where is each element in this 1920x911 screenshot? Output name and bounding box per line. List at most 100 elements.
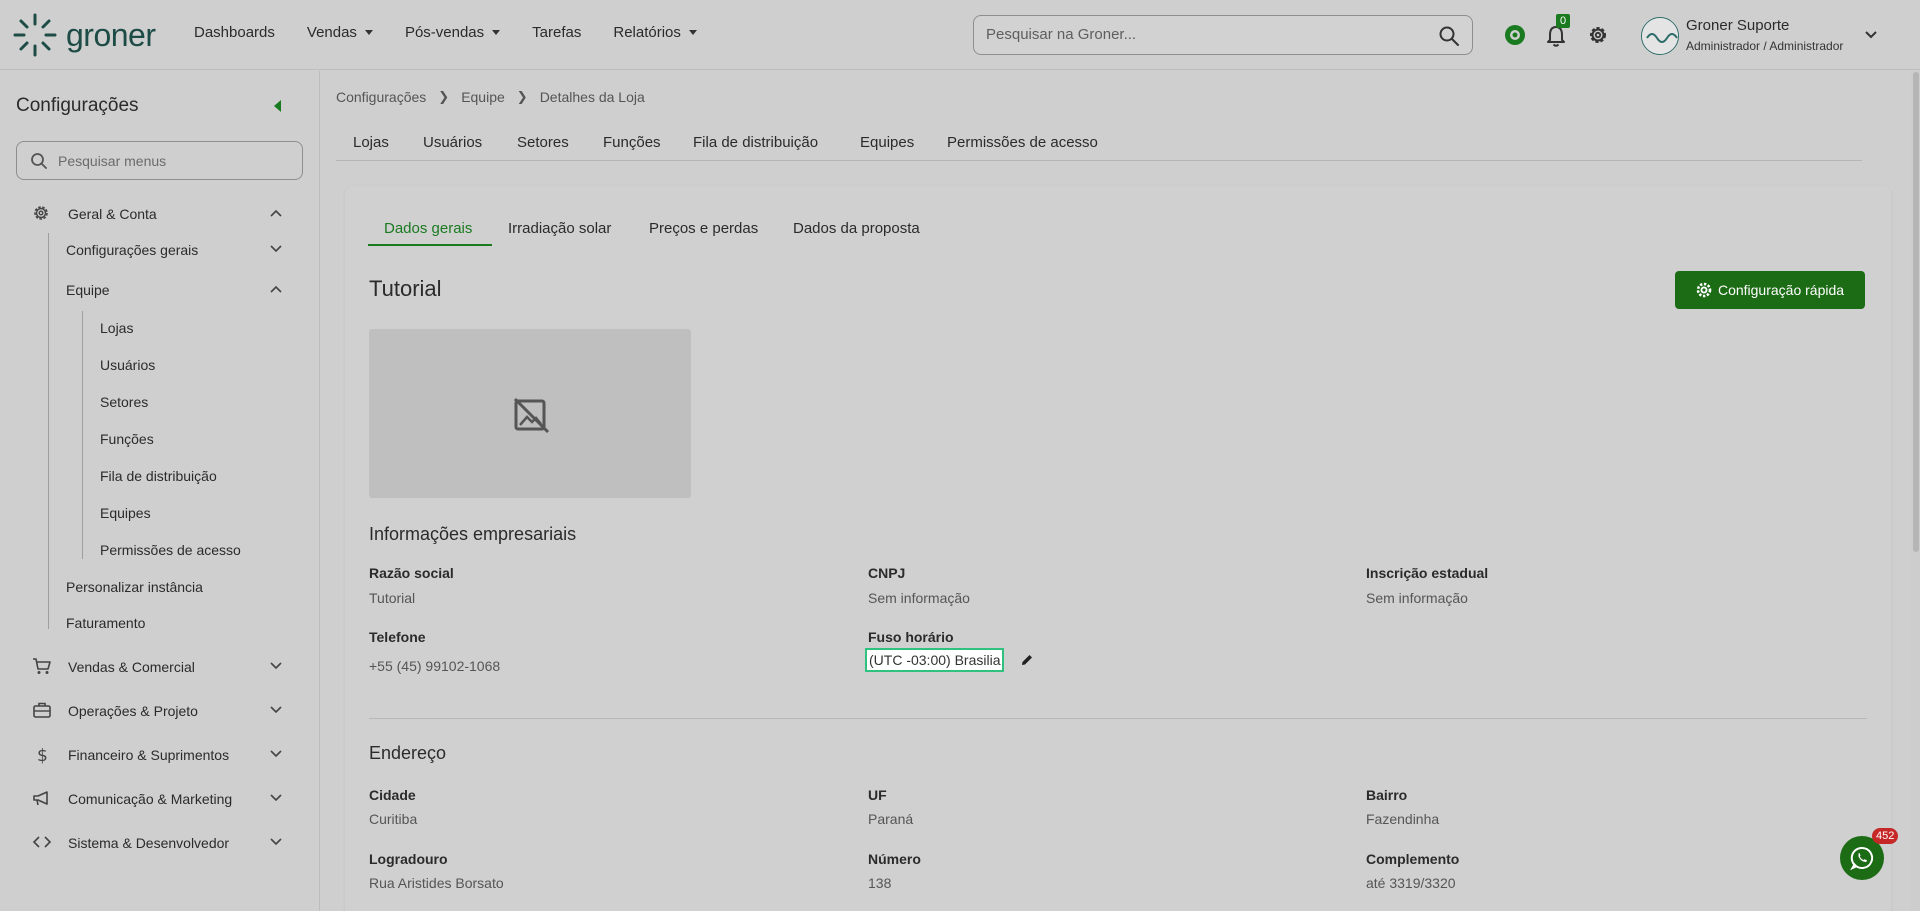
top-header: groner Dashboards Vendas Pós-vendas Tare… [0,0,1920,70]
tab-fila-distribuicao[interactable]: Fila de distribuição [693,134,818,151]
tab-funcoes[interactable]: Funções [603,134,661,151]
avatar [1641,17,1679,55]
telefone-value: +55 (45) 99102-1068 [369,658,501,674]
chevron-down-icon [270,838,282,846]
numero-label: Número [868,851,921,867]
cnpj-label: CNPJ [868,565,906,581]
code-icon [32,836,52,848]
svg-text:$: $ [37,746,48,765]
business-info-title: Informações empresariais [369,524,577,544]
pencil-icon[interactable] [1020,653,1034,667]
uf-label: UF [868,787,887,803]
caret-down-icon [492,30,501,35]
image-off-icon [513,397,550,434]
quick-config-button[interactable]: Configuração rápida [1675,271,1865,309]
sidebar-item-label: Personalizar instância [66,579,203,595]
dollar-icon: $ [37,746,48,765]
tab-dados-gerais[interactable]: Dados gerais [384,220,472,237]
tab-dados-proposta[interactable]: Dados da proposta [793,220,920,237]
nav-vendas[interactable]: Vendas [307,24,373,41]
bairro-value: Fazendinha [1366,811,1440,827]
tab-lojas[interactable]: Lojas [353,134,389,151]
sidebar-item-label: Faturamento [66,615,146,631]
chevron-up-icon [270,209,282,217]
inscricao-estadual-value: Sem informação [1366,590,1468,606]
groner-logo[interactable]: groner [12,12,156,58]
sidebar-item-label: Fila de distribuição [100,468,217,484]
gear-icon[interactable] [1586,23,1610,47]
tab-precos-perdas[interactable]: Preços e perdas [649,220,758,237]
fuso-horario-label: Fuso horário [868,629,954,645]
whatsapp-badge: 452 [1872,828,1899,844]
chevron-down-icon [270,245,282,253]
team-tabs: Lojas Usuários Setores Funções Fila de d… [336,129,1862,161]
store-image-placeholder[interactable] [369,329,691,498]
active-tab-indicator [368,244,492,246]
quick-config-label: Configuração rápida [1717,282,1845,298]
notification-count-badge: 0 [1556,14,1571,28]
global-search-input[interactable]: Pesquisar na Groner... [973,15,1473,55]
whatsapp-icon [1850,846,1874,871]
nav-tarefas[interactable]: Tarefas [532,24,581,41]
chevron-down-icon [270,794,282,802]
nav-relatorios[interactable]: Relatórios [613,24,697,41]
sidebar-section-label: Sistema & Desenvolvedor [68,835,230,851]
search-placeholder: Pesquisar na Groner... [986,26,1137,43]
sidebar-item-label: Lojas [100,320,134,336]
search-icon[interactable] [1438,25,1460,47]
nav-tarefas-label: Tarefas [532,24,582,41]
breadcrumb-configuracoes[interactable]: Configurações [336,89,426,105]
sidebar-section-label: Vendas & Comercial [68,659,195,675]
address-title: Endereço [369,743,447,763]
user-name: Groner Suporte [1686,17,1790,34]
tab-permissoes-acesso[interactable]: Permissões de acesso [947,134,1098,151]
cidade-label: Cidade [369,787,416,803]
groner-logo-icon [13,13,57,57]
nav-pos-vendas[interactable]: Pós-vendas [405,24,501,41]
chevron-up-icon [270,285,282,293]
cnpj-value: Sem informação [868,590,970,606]
collapse-sidebar-icon[interactable] [274,100,281,112]
sidebar-search-placeholder: Pesquisar menus [58,153,167,169]
store-details-card: Dados gerais Irradiação solar Preços e p… [345,186,1891,911]
page-scrollbar-thumb[interactable] [1913,72,1919,552]
tab-setores[interactable]: Setores [517,134,569,151]
sidebar-section-label: Financeiro & Suprimentos [68,747,230,763]
sidebar-title: Configurações [16,95,139,116]
megaphone-icon [33,791,48,806]
breadcrumb-equipe[interactable]: Equipe [461,89,505,105]
tab-usuarios[interactable]: Usuários [423,134,482,151]
caret-down-icon [688,30,697,35]
sidebar-item-label: Configurações gerais [66,242,199,258]
tab-irradiacao-solar[interactable]: Irradiação solar [508,220,611,237]
complemento-value: até 3319/3320 [1366,875,1456,891]
logradouro-label: Logradouro [369,851,448,867]
nav-relatorios-label: Relatórios [613,24,681,41]
sidebar-item-label: Funções [100,431,154,447]
sidebar-item-label: Permissões de acesso [100,542,241,558]
user-role: Administrador / Administrador [1686,39,1844,53]
tab-equipes[interactable]: Equipes [860,134,914,151]
settings-sidebar: Configurações Pesquisar menus Geral & Co… [0,71,320,911]
chevron-down-icon [270,662,282,670]
sidebar-item-label: Setores [100,394,149,410]
chat-bot-icon[interactable] [1503,23,1527,47]
nav-dashboards-label: Dashboards [194,24,275,41]
sidebar-item-label: Equipes [100,505,151,521]
top-navigation: Dashboards Vendas Pós-vendas Tarefas Rel… [194,24,729,41]
uf-value: Paraná [868,811,914,827]
tree-line [48,233,49,629]
tree-line [82,311,83,559]
sidebar-item-label: Usuários [100,357,156,373]
fuso-horario-field[interactable]: (UTC -03:00) Brasilia [865,648,1005,672]
nav-dashboards[interactable]: Dashboards [194,24,275,41]
chevron-down-icon[interactable] [1864,30,1878,40]
breadcrumb: Configurações ❯ Equipe ❯ Detalhes da Loj… [336,89,645,105]
chevron-down-icon [270,750,282,758]
caret-down-icon [364,30,373,35]
sidebar-search-input[interactable]: Pesquisar menus [16,141,303,180]
chevron-down-icon [270,706,282,714]
nav-vendas-label: Vendas [306,24,357,41]
complemento-label: Complemento [1366,851,1460,867]
cidade-value: Curitiba [369,811,418,827]
